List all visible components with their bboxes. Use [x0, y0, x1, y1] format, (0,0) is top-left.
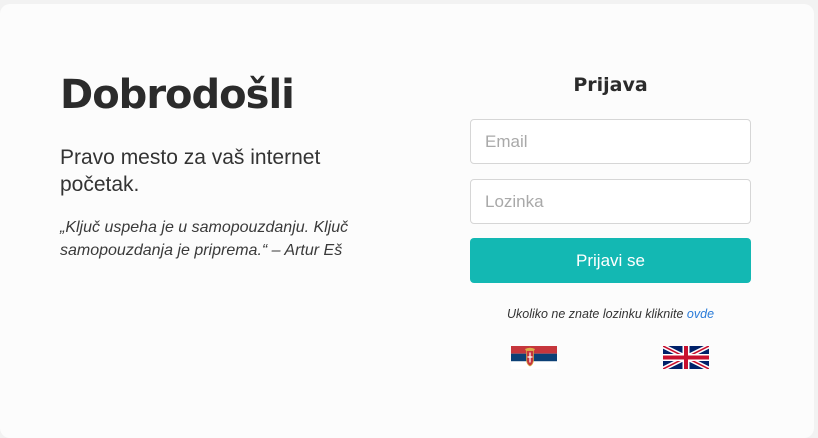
- serbian-flag-icon[interactable]: [511, 346, 557, 369]
- email-field[interactable]: [470, 119, 751, 164]
- welcome-quote: „Ključ uspeha je u samopouzdanju. Ključ …: [60, 219, 349, 259]
- login-button[interactable]: Prijavi se: [470, 238, 751, 283]
- password-field[interactable]: [470, 179, 751, 224]
- forgot-password-link[interactable]: ovde: [687, 307, 714, 321]
- welcome-card: Dobrodošli Pravo mesto za vaš internet p…: [0, 4, 814, 438]
- uk-flag-icon[interactable]: [663, 346, 709, 369]
- login-title: Prijava: [573, 74, 648, 96]
- forgot-password-text: Ukoliko ne znate lozinku kliknite ovde: [470, 307, 751, 321]
- welcome-title: Dobrodošli: [60, 72, 295, 118]
- forgot-password-label: Ukoliko ne znate lozinku kliknite: [506, 307, 687, 321]
- welcome-subtitle: Pravo mesto za vaš internet početak.: [60, 146, 321, 196]
